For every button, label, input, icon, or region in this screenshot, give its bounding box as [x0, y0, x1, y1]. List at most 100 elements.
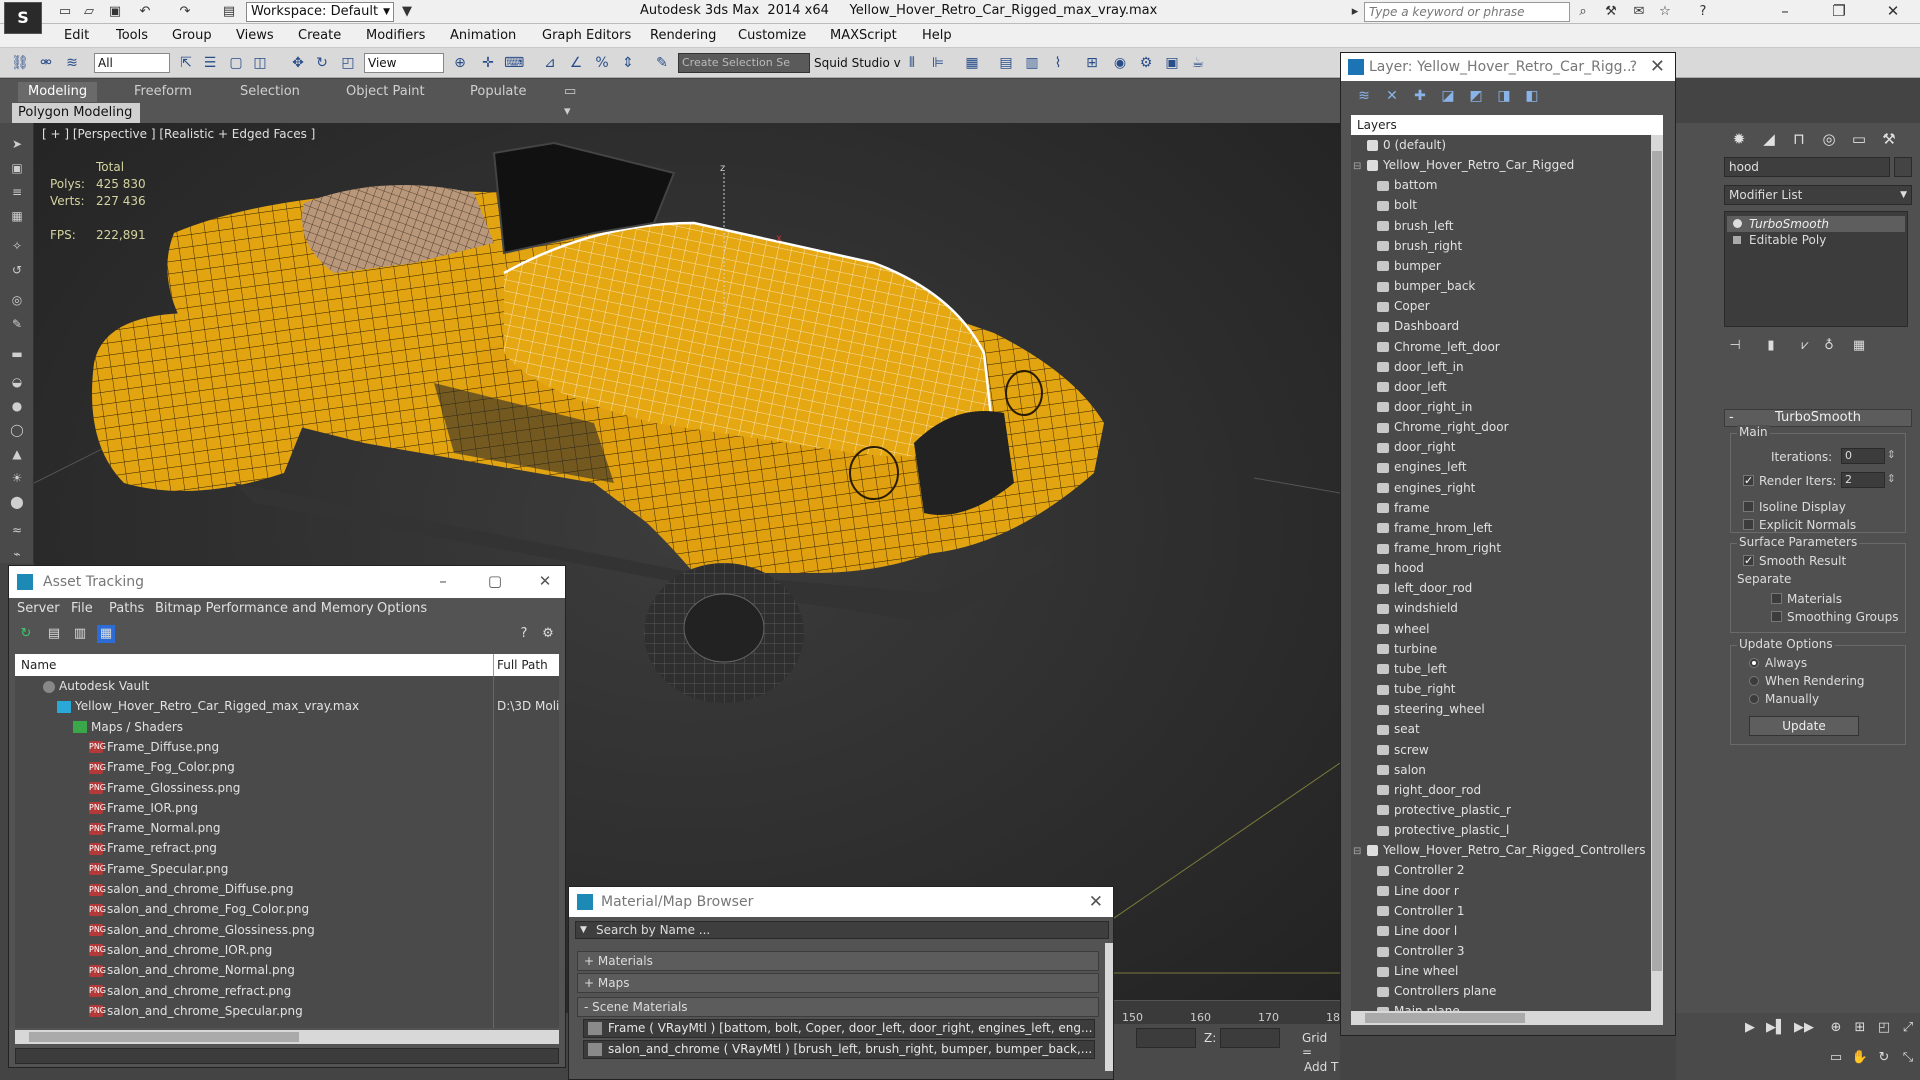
wave-icon[interactable]: ≈ [7, 523, 27, 539]
percent-snap-icon[interactable]: % [592, 53, 612, 73]
bind-space-warp-icon[interactable]: ≋ [62, 53, 82, 73]
orbit-icon[interactable]: ↻ [1874, 1049, 1894, 1067]
layer-row[interactable]: door_left_in [1351, 357, 1651, 377]
motion-tab-icon[interactable]: ◎ [1816, 127, 1842, 151]
pin-stack-icon[interactable]: ⊣ [1726, 337, 1744, 355]
layer-row[interactable]: tube_left [1351, 659, 1651, 679]
selection-filter-select[interactable]: All [94, 53, 170, 73]
menu-graph-editors[interactable]: Graph Editors [542, 28, 631, 43]
sun-icon[interactable]: ☀ [7, 471, 27, 487]
tab-freeform[interactable]: Freeform [124, 82, 202, 102]
add-time-tag[interactable]: Add T [1304, 1060, 1338, 1074]
asset-row[interactable]: Autodesk Vault [15, 676, 559, 696]
graphite-toggle-icon[interactable]: ▥ [1022, 53, 1042, 73]
expand-arrow-icon[interactable]: ▸ [1346, 3, 1364, 21]
reference-coordinate-select[interactable]: View [364, 53, 444, 73]
column-name[interactable]: Name [21, 654, 56, 676]
chevron-down-icon[interactable]: ▼ [580, 922, 587, 938]
make-unique-icon[interactable]: ⩗ [1796, 337, 1814, 355]
layer-row[interactable]: Controller 1 [1351, 901, 1651, 921]
zoom-all-icon[interactable]: ⊞ [1850, 1019, 1870, 1037]
update-button[interactable]: Update [1749, 716, 1859, 736]
render-iters-spinner[interactable]: 2 [1841, 472, 1896, 488]
select-tool-icon[interactable]: ➤ [7, 137, 27, 153]
asset-row[interactable]: PNGFrame_Diffuse.png [15, 737, 559, 757]
settings-icon[interactable]: ⚙ [539, 625, 557, 643]
unlink-icon[interactable]: ⚮ [36, 53, 56, 73]
layer-row[interactable]: protective_plastic_l [1351, 820, 1651, 840]
stack-item-editable-poly[interactable]: Editable Poly [1727, 232, 1905, 248]
minimize-icon[interactable]: – [423, 566, 463, 598]
menu-bitmap-performance[interactable]: Bitmap Performance and Memory [155, 601, 374, 616]
menu-tools[interactable]: Tools [116, 28, 148, 43]
sphere-icon[interactable]: ● [7, 399, 27, 415]
layer-row[interactable]: frame_hrom_left [1351, 518, 1651, 538]
light-icon[interactable]: ✧ [7, 239, 27, 255]
utilities-tab-icon[interactable]: ⚒ [1876, 127, 1902, 151]
render-setup-icon[interactable]: ⚙ [1136, 53, 1156, 73]
layer-row[interactable]: hood [1351, 558, 1651, 578]
select-object-icon[interactable]: ⇱ [176, 53, 196, 73]
asset-row[interactable]: PNGFrame_Normal.png [15, 818, 559, 838]
freeze-all-icon[interactable]: ◧ [1523, 87, 1541, 105]
asset-row[interactable]: PNGFrame_Glossiness.png [15, 778, 559, 798]
cap-icon[interactable]: ◒ [7, 375, 27, 391]
asset-row[interactable]: PNGsalon_and_chrome_Glossiness.png [15, 920, 559, 940]
explicit-normals-checkbox[interactable] [1743, 519, 1754, 530]
move-icon[interactable]: ✥ [288, 53, 308, 73]
loop-icon[interactable]: ↺ [7, 263, 27, 279]
field-of-view-icon[interactable]: ▭ [1826, 1049, 1846, 1067]
layer-row[interactable]: wheel [1351, 619, 1651, 639]
z-coordinate-field[interactable] [1220, 1028, 1280, 1048]
section-maps[interactable]: + Maps [577, 973, 1099, 993]
asset-row[interactable]: PNGsalon_and_chrome_Normal.png [15, 960, 559, 980]
snap-icon[interactable]: ⊿ [540, 53, 560, 73]
material-browser-scrollbar[interactable] [1105, 943, 1113, 1071]
save-icon[interactable]: ▣ [106, 3, 124, 21]
thumbnail-view-icon[interactable]: ▥ [71, 625, 89, 643]
help-icon[interactable]: ? [1694, 3, 1712, 21]
layer-row[interactable]: Dashboard [1351, 316, 1651, 336]
layer-row[interactable]: Line door l [1351, 921, 1651, 941]
tab-selection[interactable]: Selection [230, 82, 310, 102]
asset-hscrollbar[interactable] [15, 1030, 559, 1044]
layer-row[interactable]: Line wheel [1351, 961, 1651, 981]
menu-help[interactable]: Help [922, 28, 952, 43]
paint-icon[interactable]: ✎ [7, 317, 27, 333]
torus-icon[interactable]: ◯ [7, 423, 27, 439]
rotate-icon[interactable]: ↻ [312, 53, 332, 73]
menu-paths[interactable]: Paths [109, 601, 144, 616]
stack-item-turbosmooth[interactable]: TurboSmooth [1727, 216, 1905, 232]
menu-create[interactable]: Create [298, 28, 341, 43]
layer-row[interactable]: right_door_rod [1351, 780, 1651, 800]
create-tab-icon[interactable]: ✹ [1726, 127, 1752, 151]
layer-row[interactable]: bumper_back [1351, 276, 1651, 296]
material-browser-titlebar[interactable]: Material/Map Browser ✕ [569, 887, 1113, 917]
schematic-view-icon[interactable]: ⊞ [1082, 53, 1102, 73]
layer-row[interactable]: tube_right [1351, 679, 1651, 699]
layer-row[interactable]: 0 (default) [1351, 135, 1651, 155]
pivot-icon[interactable]: ⊕ [450, 53, 470, 73]
layer-row[interactable]: bolt [1351, 195, 1651, 215]
scene-material-frame[interactable]: Frame ( VRayMtl ) [battom, bolt, Coper, … [583, 1019, 1095, 1038]
menu-group[interactable]: Group [172, 28, 212, 43]
menu-server[interactable]: Server [17, 601, 60, 616]
rendered-frame-window-icon[interactable]: ▣ [1162, 53, 1182, 73]
scroll-thumb[interactable] [1652, 151, 1662, 971]
spinner-snap-icon[interactable]: ⇕ [618, 53, 638, 73]
scene-material-salon-and-chrome[interactable]: salon_and_chrome ( VRayMtl ) [brush_left… [583, 1040, 1095, 1059]
go-to-end-icon[interactable]: ▶▶ [1794, 1019, 1814, 1037]
asset-row[interactable]: PNGFrame_Specular.png [15, 859, 559, 879]
when-rendering-radio[interactable] [1749, 675, 1759, 686]
zoom-extents-icon[interactable]: ◰ [1874, 1019, 1894, 1037]
layer-row[interactable]: Controllers plane [1351, 981, 1651, 1001]
modify-tab-icon[interactable]: ◢ [1756, 127, 1782, 151]
plane-icon[interactable]: ▬ [7, 347, 27, 363]
delete-layer-icon[interactable]: ✕ [1383, 87, 1401, 105]
expand-icon[interactable]: ⊟ [1353, 157, 1367, 177]
layer-row[interactable]: seat [1351, 719, 1651, 739]
material-search-input[interactable]: ▼ Search by Name ... [575, 921, 1109, 939]
tab-object-paint[interactable]: Object Paint [336, 82, 435, 102]
new-file-icon[interactable]: ▭ [56, 3, 74, 21]
iterations-spinner[interactable]: 0 [1841, 448, 1896, 464]
